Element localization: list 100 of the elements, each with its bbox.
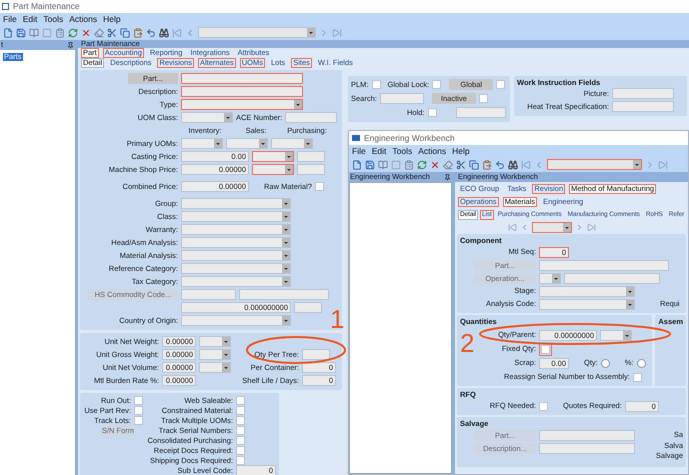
save-icon[interactable]: [16, 28, 26, 38]
dropdown-field[interactable]: [539, 272, 561, 284]
new-file-icon[interactable]: [3, 28, 13, 38]
menu-item[interactable]: Help: [452, 146, 470, 156]
dropdown-field[interactable]: [181, 198, 291, 209]
menu-item[interactable]: Tools: [392, 146, 412, 156]
blank-icon[interactable]: [42, 28, 52, 38]
checkbox[interactable]: [134, 396, 143, 405]
dropdown-field[interactable]: [181, 99, 303, 110]
text-field[interactable]: [539, 442, 635, 454]
save-icon[interactable]: [365, 160, 375, 170]
dropdown-field[interactable]: [539, 286, 635, 296]
search-icon[interactable]: [508, 160, 518, 170]
menu-item[interactable]: Edit: [372, 146, 386, 156]
dropdown-field[interactable]: [600, 330, 632, 340]
checkbox[interactable]: [478, 94, 488, 103]
menu-item[interactable]: Help: [103, 14, 121, 24]
dropdown-field[interactable]: [199, 362, 231, 373]
text-field[interactable]: [539, 260, 669, 270]
copy-icon[interactable]: [120, 28, 130, 38]
pin-icon[interactable]: [67, 42, 74, 48]
clipboard-icon[interactable]: [55, 28, 65, 38]
dropdown-field[interactable]: [181, 276, 291, 287]
pin-icon[interactable]: [444, 174, 451, 180]
checkbox[interactable]: [134, 406, 143, 415]
cut-icon[interactable]: [107, 28, 117, 38]
dropdown-field[interactable]: [181, 315, 291, 326]
checkbox[interactable]: [428, 108, 437, 117]
dropdown-field[interactable]: [181, 211, 291, 222]
text-field[interactable]: [297, 151, 325, 162]
checkbox[interactable]: [372, 80, 381, 89]
search-icon[interactable]: [159, 28, 169, 38]
refresh-icon[interactable]: [68, 28, 78, 38]
text-field[interactable]: [181, 289, 236, 300]
menu-item[interactable]: Actions: [69, 14, 98, 24]
text-field[interactable]: [302, 349, 330, 360]
text-field[interactable]: [297, 164, 325, 175]
checkbox[interactable]: [539, 402, 548, 410]
dropdown-field[interactable]: [226, 138, 268, 149]
checkbox[interactable]: [432, 80, 442, 89]
text-field[interactable]: [294, 302, 322, 313]
checkbox[interactable]: [236, 446, 245, 455]
last-record-icon[interactable]: [332, 28, 342, 38]
copy-icon[interactable]: [469, 160, 479, 170]
checkbox[interactable]: [314, 182, 324, 191]
menu-item[interactable]: File: [3, 14, 17, 24]
book-icon[interactable]: [378, 160, 388, 170]
checkbox[interactable]: [134, 416, 143, 425]
checkbox[interactable]: [236, 416, 245, 425]
menu-item[interactable]: Actions: [418, 146, 446, 156]
paste-icon[interactable]: [133, 28, 143, 38]
menu-item[interactable]: Tools: [43, 14, 64, 24]
text-field[interactable]: [239, 289, 329, 300]
clipboard-icon[interactable]: [404, 160, 414, 170]
eraser-icon[interactable]: [443, 160, 453, 170]
last-record-icon[interactable]: [586, 223, 596, 232]
menu-item[interactable]: Edit: [22, 14, 38, 24]
book-icon[interactable]: [29, 28, 39, 38]
dropdown-field[interactable]: [271, 138, 313, 149]
checkbox[interactable]: [632, 372, 642, 382]
cut-icon[interactable]: [456, 160, 466, 170]
text-field[interactable]: [285, 112, 338, 123]
text-field[interactable]: [181, 86, 303, 97]
new-file-icon[interactable]: [352, 160, 362, 170]
text-field[interactable]: [380, 93, 424, 104]
eraser-icon[interactable]: [94, 28, 104, 38]
text-field[interactable]: [539, 430, 635, 440]
dropdown-field[interactable]: [539, 298, 635, 310]
dropdown-field[interactable]: [181, 138, 223, 149]
dropdown-field[interactable]: [252, 151, 294, 162]
checkbox[interactable]: [236, 426, 245, 435]
checkbox[interactable]: [496, 80, 506, 89]
blank-icon[interactable]: [391, 160, 401, 170]
delete-icon[interactable]: [430, 160, 440, 170]
dropdown-field[interactable]: [181, 250, 291, 261]
radio-button[interactable]: [600, 358, 610, 368]
dropdown-field[interactable]: [199, 336, 231, 347]
first-record-icon[interactable]: [508, 223, 516, 232]
delete-icon[interactable]: [81, 28, 91, 38]
text-field[interactable]: [564, 272, 660, 284]
radio-button[interactable]: [636, 358, 646, 368]
checkbox[interactable]: [236, 436, 245, 445]
undo-icon[interactable]: [495, 160, 505, 170]
checkbox[interactable]: [236, 456, 245, 465]
paste-icon[interactable]: [482, 160, 492, 170]
dropdown-field[interactable]: [181, 237, 291, 248]
dropdown-field[interactable]: [252, 164, 294, 175]
checkbox[interactable]: [236, 396, 245, 405]
text-field[interactable]: [612, 88, 674, 99]
dropdown-field[interactable]: [181, 224, 291, 235]
dropdown-field[interactable]: [199, 349, 231, 360]
dropdown-field[interactable]: [181, 263, 291, 274]
text-field[interactable]: [181, 73, 303, 84]
checkbox[interactable]: [236, 406, 245, 415]
text-field[interactable]: [612, 101, 674, 112]
undo-icon[interactable]: [146, 28, 156, 38]
text-field[interactable]: [456, 107, 506, 118]
dropdown-field[interactable]: [181, 112, 233, 123]
last-record-icon[interactable]: [658, 160, 668, 170]
menu-item[interactable]: File: [352, 146, 366, 156]
